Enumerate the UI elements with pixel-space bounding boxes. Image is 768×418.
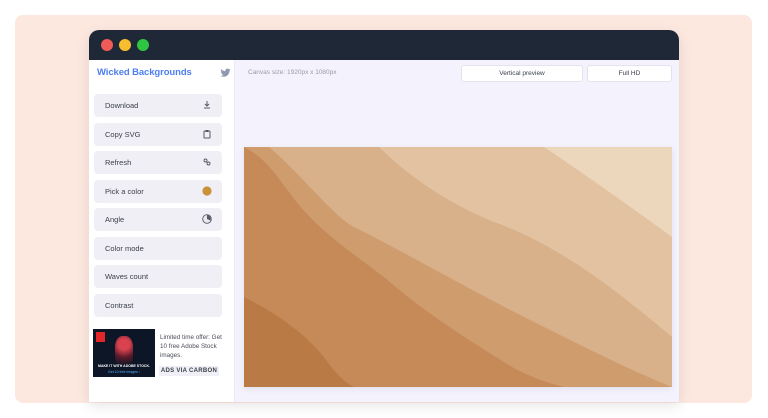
color-mode-button[interactable]: Color mode bbox=[94, 237, 222, 260]
pick-color-button[interactable]: Pick a color bbox=[94, 180, 222, 203]
brand-title[interactable]: Wicked Backgrounds bbox=[97, 67, 192, 78]
angle-button[interactable]: Angle bbox=[94, 208, 222, 231]
canvas-size-label: Canvas size: 1920px x 1080px bbox=[248, 69, 337, 76]
minimize-window-button[interactable] bbox=[119, 39, 131, 51]
angle-icon bbox=[202, 214, 212, 224]
ad-image-cta: Get 10 free images › bbox=[108, 370, 140, 374]
maximize-window-button[interactable] bbox=[137, 39, 149, 51]
copy-svg-button[interactable]: Copy SVG bbox=[94, 123, 222, 146]
vertical-preview-button[interactable]: Vertical preview bbox=[461, 65, 583, 82]
clipboard-icon bbox=[203, 130, 211, 139]
refresh-button[interactable]: Refresh bbox=[94, 151, 222, 174]
color-mode-label: Color mode bbox=[105, 244, 144, 253]
wave-background-preview bbox=[244, 147, 672, 387]
copy-svg-label: Copy SVG bbox=[105, 130, 141, 139]
close-window-button[interactable] bbox=[101, 39, 113, 51]
waves-count-label: Waves count bbox=[105, 272, 149, 281]
ad-image-headline: MAKE IT WITH ADOBE STOCK. bbox=[98, 364, 150, 368]
app-window: Wicked Backgrounds Download Copy SVG Ref… bbox=[89, 30, 679, 402]
title-bar bbox=[89, 30, 679, 60]
angle-label: Angle bbox=[105, 215, 125, 224]
ad-portrait bbox=[115, 336, 133, 364]
ads-via-carbon-badge[interactable]: ADS VIA CARBON bbox=[159, 366, 219, 376]
download-icon bbox=[204, 101, 210, 109]
shuffle-icon bbox=[203, 158, 211, 166]
contrast-label: Contrast bbox=[105, 301, 134, 310]
adobe-logo-icon bbox=[96, 332, 105, 342]
download-button[interactable]: Download bbox=[94, 94, 222, 117]
ad-image[interactable]: MAKE IT WITH ADOBE STOCK. Get 10 free im… bbox=[93, 329, 155, 377]
refresh-label: Refresh bbox=[105, 158, 132, 167]
resolution-select[interactable]: Full HD bbox=[587, 65, 672, 82]
color-swatch-icon bbox=[202, 186, 212, 196]
download-label: Download bbox=[105, 101, 139, 110]
ad-text[interactable]: Limited time offer: Get 10 free Adobe St… bbox=[160, 333, 230, 360]
pick-color-label: Pick a color bbox=[105, 187, 144, 196]
waves-count-button[interactable]: Waves count bbox=[94, 265, 222, 288]
contrast-button[interactable]: Contrast bbox=[94, 294, 222, 317]
twitter-icon[interactable] bbox=[220, 68, 231, 78]
